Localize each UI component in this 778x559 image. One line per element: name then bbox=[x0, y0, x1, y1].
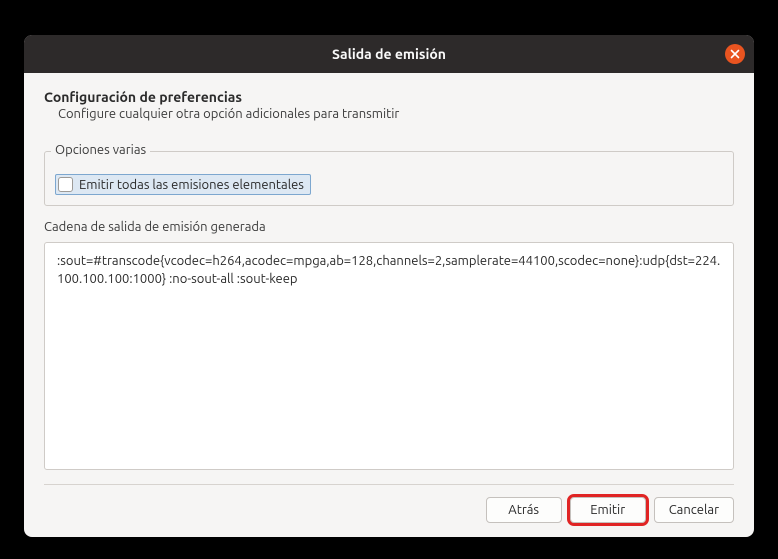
window-title: Salida de emisión bbox=[332, 46, 446, 62]
section-title: Configuración de preferencias bbox=[44, 89, 734, 105]
cancel-button[interactable]: Cancelar bbox=[654, 497, 734, 523]
misc-options-group: Opciones varias Emitir todas las emision… bbox=[44, 151, 734, 206]
emit-all-label: Emitir todas las emisiones elementales bbox=[79, 178, 304, 192]
button-bar: Atrás Emitir Cancelar bbox=[44, 484, 734, 523]
generated-string-textarea[interactable]: :sout=#transcode{vcodec=h264,acodec=mpga… bbox=[44, 242, 734, 470]
emit-button[interactable]: Emitir bbox=[570, 497, 646, 523]
back-button[interactable]: Atrás bbox=[486, 497, 562, 523]
section-subtitle: Configure cualquier otra opción adiciona… bbox=[58, 107, 734, 121]
generated-string-value: :sout=#transcode{vcodec=h264,acodec=mpga… bbox=[57, 254, 720, 286]
generated-string-label: Cadena de salida de emisión generada bbox=[44, 220, 734, 234]
section-header: Configuración de preferencias Configure … bbox=[44, 89, 734, 121]
close-icon bbox=[730, 49, 740, 59]
close-button[interactable] bbox=[725, 44, 745, 64]
checkbox-icon bbox=[58, 177, 73, 192]
stream-output-dialog: Salida de emisión Configuración de prefe… bbox=[24, 35, 754, 537]
emit-all-checkbox-row[interactable]: Emitir todas las emisiones elementales bbox=[55, 174, 311, 195]
titlebar: Salida de emisión bbox=[24, 35, 754, 73]
dialog-content: Configuración de preferencias Configure … bbox=[24, 73, 754, 537]
misc-options-label: Opciones varias bbox=[51, 143, 150, 157]
